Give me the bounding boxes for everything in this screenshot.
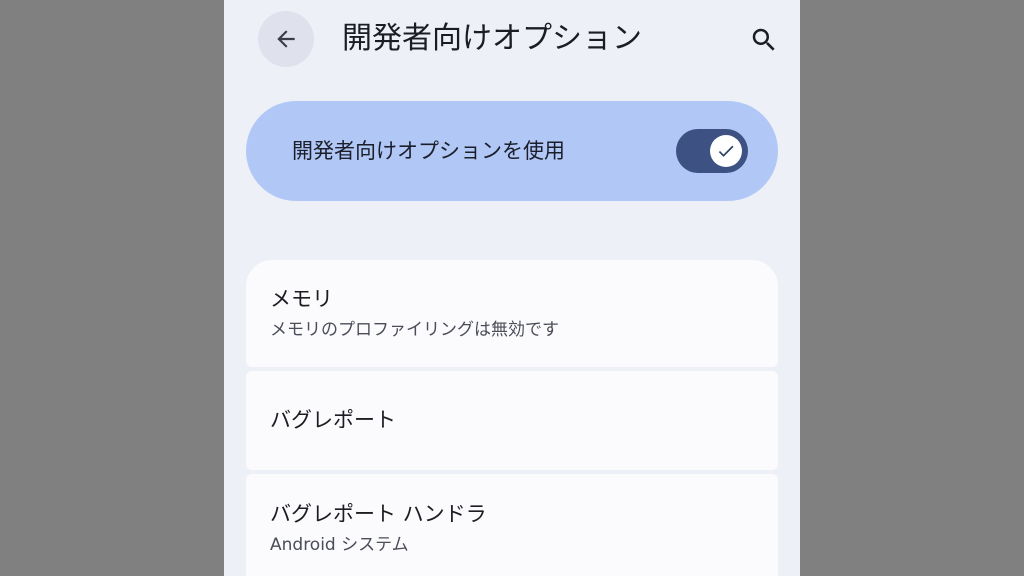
arrow-left-icon xyxy=(277,30,295,48)
list-item-bug-report-handler[interactable]: バグレポート ハンドラ Android システム xyxy=(246,474,778,576)
developer-options-toggle[interactable] xyxy=(676,129,748,173)
toggle-thumb xyxy=(710,135,742,167)
settings-screen: 開発者向けオプション 開発者向けオプションを使用 メモリ メモリのプロファイリン… xyxy=(224,0,800,576)
list-item-memory[interactable]: メモリ メモリのプロファイリングは無効です xyxy=(246,260,778,367)
check-icon xyxy=(718,145,734,157)
item-title: バグレポート ハンドラ xyxy=(270,502,487,526)
item-summary: メモリのプロファイリングは無効です xyxy=(270,320,559,340)
item-summary: Android システム xyxy=(270,535,409,555)
master-switch-row[interactable]: 開発者向けオプションを使用 xyxy=(246,101,778,201)
list-item-bug-report[interactable]: バグレポート xyxy=(246,371,778,470)
search-icon xyxy=(752,28,775,51)
master-switch-label: 開発者向けオプションを使用 xyxy=(292,139,565,163)
back-button[interactable] xyxy=(258,11,314,67)
search-button[interactable] xyxy=(744,20,784,60)
page-title: 開発者向けオプション xyxy=(342,21,642,56)
item-title: メモリ xyxy=(270,287,333,311)
item-title: バグレポート xyxy=(270,408,396,432)
